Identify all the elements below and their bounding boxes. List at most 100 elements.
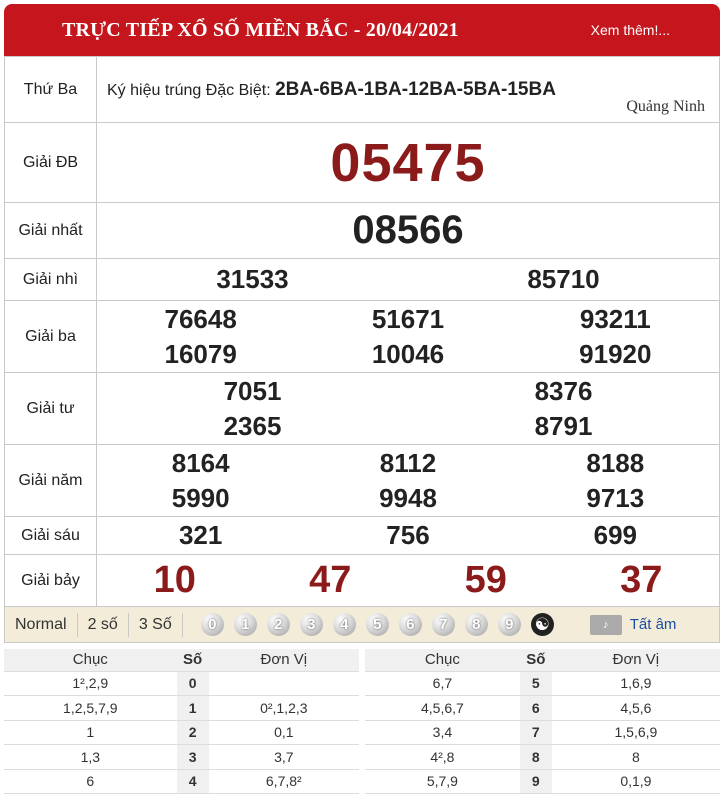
prize-4-number: 8376 [534,375,593,406]
prize-2-number: 31533 [216,264,289,294]
digit-ball-2[interactable]: 2 [266,613,290,636]
results-table: Thứ Ba Ký hiệu trúng Đặc Biệt: 2BA-6BA-1… [4,56,720,607]
cell-chuc: 6,7 [365,671,520,696]
cell-chuc: 4²,8 [365,744,520,770]
cell-chuc: 1 [4,720,177,745]
prize-7-number: 37 [620,559,663,601]
prize-1-number: 08566 [352,208,464,252]
special-code-value: 2BA-6BA-1BA-12BA-5BA-15BA [275,78,556,100]
prize-3-number: 76648 [164,303,237,334]
digit-ball-group: 0 1 2 3 4 5 6 7 8 9 ☯ [200,613,554,636]
prize-2-number: 85710 [527,264,600,294]
digit-ball-1[interactable]: 1 [233,613,257,636]
digit-ball-0[interactable]: 0 [200,613,224,636]
prize-7-number: 59 [464,559,507,601]
digit-ball-5[interactable]: 5 [365,613,389,636]
col-header-chuc: Chục [365,649,520,672]
prize-4-number: 2365 [223,410,282,441]
col-header-so: Số [176,649,209,672]
cell-donvi: 4,5,6 [551,695,720,721]
cell-chuc: 4,5,6,7 [365,695,520,721]
digit-ball-4[interactable]: 4 [332,613,356,636]
cell-chuc: 1,3 [4,744,177,770]
prize-db-label: Giải ĐB [4,122,97,203]
prize-7-number: 10 [153,559,196,601]
speaker-icon: ♪ [589,614,622,635]
prize-db-number: 05475 [330,132,486,193]
table-row: 4²,8 8 8 [365,744,720,770]
prize-7-label: Giải bảy [4,554,97,607]
normal-view-button[interactable]: Normal [5,612,78,637]
prize-4-label: Giải tư [4,372,97,445]
cell-chuc: 1,2,5,7,9 [4,695,177,721]
cell-so: 4 [176,769,209,794]
prize-3-number: 51671 [371,303,445,334]
digit-ball-6[interactable]: 6 [398,613,422,636]
see-more-link[interactable]: Xem thêm!... [591,22,670,38]
province-name: Quảng Ninh [626,98,705,115]
prize-3-label: Giải ba [4,300,97,373]
two-digit-button[interactable]: 2 số [78,612,129,637]
table-row: 5,7,9 9 0,1,9 [365,769,720,794]
header-bar: TRỰC TIẾP XỔ SỐ MIỀN BẮC - 20/04/2021 Xe… [4,4,720,56]
cell-so: 6 [519,695,552,721]
table-row: 1 2 0,1 [4,720,359,745]
cell-chuc: 5,7,9 [365,769,520,794]
col-header-chuc: Chục [4,649,177,672]
prize-3-number: 93211 [579,303,651,334]
cell-donvi [208,671,359,696]
table-row: 1²,2,9 0 [4,671,359,696]
cell-donvi: 8 [551,744,720,770]
prize-5-number: 8112 [379,447,437,478]
cell-donvi: 3,7 [208,744,359,770]
prize-6-number: 756 [386,520,430,550]
col-header-donvi: Đơn Vị [551,649,720,672]
cell-chuc: 6 [4,769,177,794]
table-row: 4,5,6,7 6 4,5,6 [365,695,720,721]
prize-3-number: 10046 [371,338,445,369]
digit-ball-9[interactable]: 9 [497,613,521,636]
table-row: 1,3 3 3,7 [4,744,359,770]
prize-3-number: 91920 [579,338,652,369]
cell-so: 9 [519,769,552,794]
sound-toggle[interactable]: ♪ Tất âm [589,614,677,635]
special-code-label: Ký hiệu trúng Đặc Biệt: [107,81,271,99]
col-header-donvi: Đơn Vị [208,649,359,672]
prize-2-label: Giải nhì [4,258,97,301]
page-title: TRỰC TIẾP XỔ SỐ MIỀN BẮC - 20/04/2021 [62,18,459,41]
table-row: 6,7 5 1,6,9 [365,671,720,696]
three-digit-button[interactable]: 3 Số [129,612,183,637]
cell-donvi: 0²,1,2,3 [208,695,359,721]
cell-so: 3 [176,744,209,770]
prize-6-number: 699 [593,520,638,550]
cell-donvi: 1,6,9 [551,671,720,696]
yin-yang-icon[interactable]: ☯ [530,613,554,636]
prize-7-number: 47 [309,559,352,601]
prize-5-number: 8188 [586,447,645,478]
cell-donvi: 1,5,6,9 [551,720,720,745]
cell-so: 0 [176,671,209,696]
special-code-cell: Ký hiệu trúng Đặc Biệt: 2BA-6BA-1BA-12BA… [96,56,720,123]
prize-5-number: 9948 [379,482,437,513]
prize-3-number: 16079 [164,338,237,369]
loto-table-left: Chục Số Đơn Vị 1²,2,9 0 1,2,5,7,9 1 0²,1,2,… [4,649,359,794]
digit-ball-7[interactable]: 7 [431,613,455,636]
prize-1-label: Giải nhất [4,202,97,259]
prize-5-number: 9713 [586,482,645,513]
cell-so: 8 [519,744,552,770]
cell-so: 7 [519,720,552,745]
mute-all-link[interactable]: Tất âm [630,616,677,633]
prize-5-number: 5990 [171,482,230,513]
loto-table-right: Chục Số Đơn Vị 6,7 5 1,6,9 4,5,6,7 6 4,5,6 3… [365,649,720,794]
table-row: 6 4 6,7,8² [4,769,359,794]
prize-4-number: 8791 [534,410,593,441]
prize-6-label: Giải sáu [4,516,97,555]
table-row: 1,2,5,7,9 1 0²,1,2,3 [4,695,359,721]
cell-donvi: 0,1,9 [551,769,720,794]
cell-donvi: 6,7,8² [208,769,359,794]
digit-ball-3[interactable]: 3 [299,613,323,636]
cell-so: 1 [176,695,209,721]
table-row: 3,4 7 1,5,6,9 [365,720,720,745]
digit-ball-8[interactable]: 8 [464,613,488,636]
prize-5-label: Giải năm [4,444,97,517]
